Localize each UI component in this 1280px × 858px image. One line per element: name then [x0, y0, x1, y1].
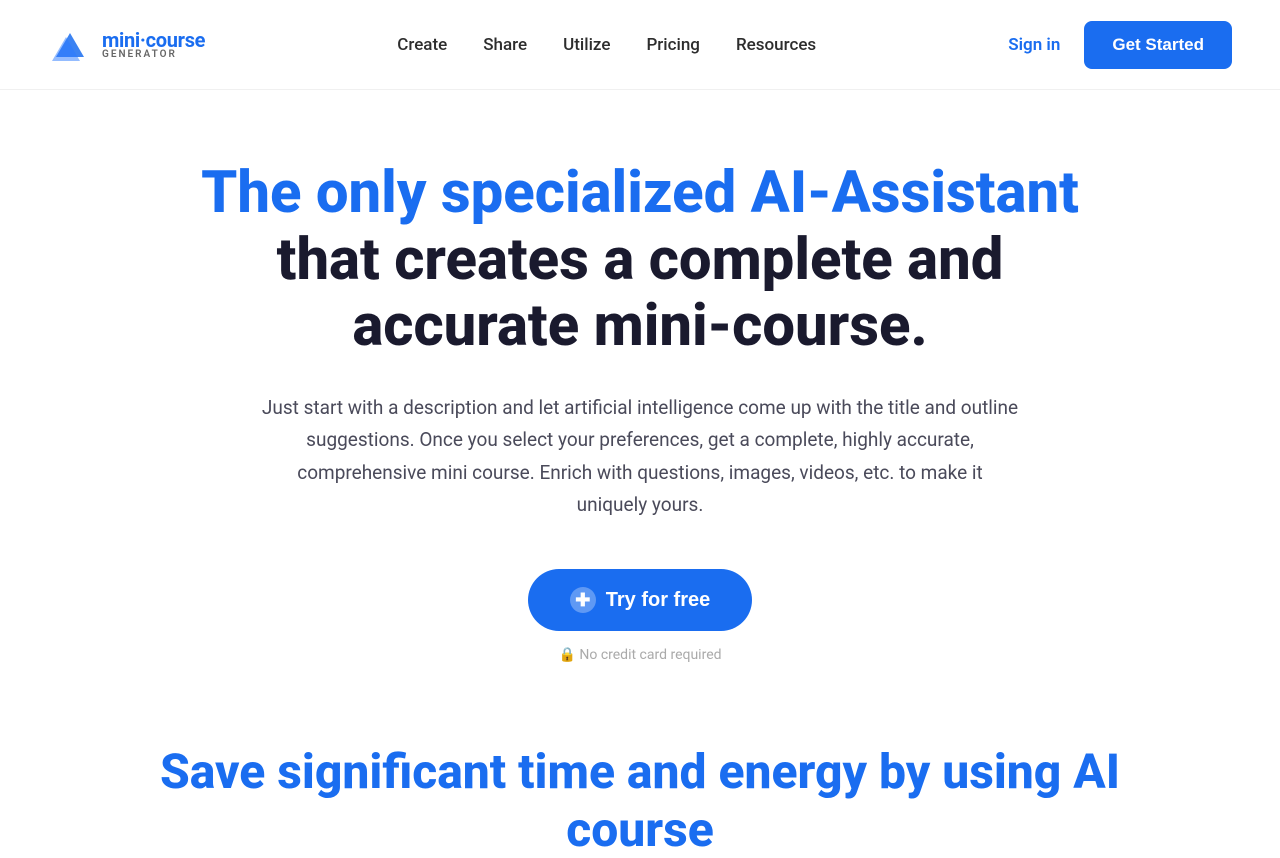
logo-name: mini·course	[102, 30, 205, 50]
hero-heading-dark: that creates a complete and accurate min…	[277, 226, 1004, 361]
nav-share[interactable]: Share	[483, 35, 527, 55]
nav-pricing[interactable]: Pricing	[646, 35, 700, 55]
logo-icon	[48, 23, 92, 67]
logo-sub: GENERATOR	[102, 50, 205, 60]
try-free-label: Try for free	[606, 589, 710, 612]
plus-icon: ✚	[570, 587, 596, 613]
nav-utilize[interactable]: Utilize	[563, 35, 610, 55]
no-credit-card-text: 🔒 No credit card required	[558, 647, 721, 663]
header-actions: Sign in Get Started	[1008, 21, 1232, 69]
try-for-free-button[interactable]: ✚ Try for free	[528, 569, 752, 631]
hero-heading: The only specialized AI-Assistant that c…	[190, 160, 1090, 360]
save-section: Save significant time and energy by usin…	[0, 723, 1280, 858]
save-heading-text: Save significant time and energy by usin…	[160, 743, 1120, 858]
nav-resources[interactable]: Resources	[736, 35, 816, 55]
hero-heading-blue: The only specialized AI-Assistant	[201, 159, 1079, 227]
nav-create[interactable]: Create	[397, 35, 447, 55]
logo[interactable]: mini·course GENERATOR	[48, 23, 205, 67]
sign-in-button[interactable]: Sign in	[1008, 35, 1060, 55]
main-nav: Create Share Utilize Pricing Resources	[397, 35, 816, 55]
get-started-button[interactable]: Get Started	[1084, 21, 1232, 69]
hero-subtext: Just start with a description and let ar…	[260, 392, 1020, 521]
save-heading: Save significant time and energy by usin…	[140, 743, 1140, 858]
hero-section: The only specialized AI-Assistant that c…	[0, 90, 1280, 723]
